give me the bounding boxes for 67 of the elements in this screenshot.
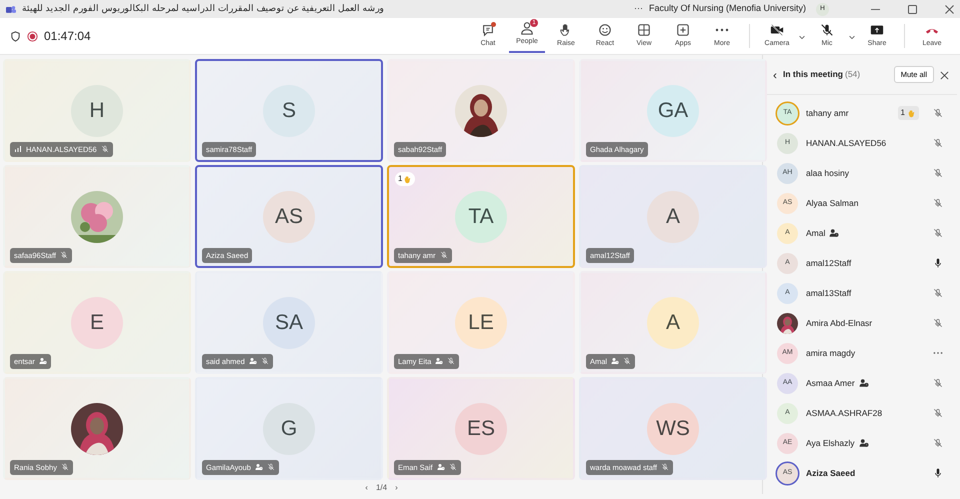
camera-off-icon xyxy=(770,23,784,38)
avatar: SA xyxy=(263,296,315,348)
previous-page-button[interactable]: ‹ xyxy=(365,482,368,494)
participant-name: ASMAA.ASHRAF28 xyxy=(806,406,882,420)
participant-name: amira magdy xyxy=(806,346,856,360)
avatar: WS xyxy=(647,402,699,454)
avatar: H xyxy=(71,84,123,136)
avatar: G xyxy=(263,402,315,454)
avatar: S xyxy=(263,84,315,136)
participant-name: tahany amr xyxy=(806,106,849,120)
avatar: GA xyxy=(647,84,699,136)
hand-count: 1 xyxy=(900,107,905,119)
mic-icon xyxy=(933,468,943,478)
more-icon xyxy=(933,351,943,355)
mic-off-icon xyxy=(933,168,943,178)
participant-name: HANAN.ALSAYED56 xyxy=(806,136,886,150)
mic-off-icon xyxy=(933,108,943,118)
smiley-icon xyxy=(598,23,612,38)
mic-off-icon xyxy=(820,23,834,38)
avatar: E xyxy=(71,296,123,348)
participant-name: Aya Elshazly xyxy=(806,436,855,450)
close-button[interactable] xyxy=(945,4,954,14)
participant-name: Alyaa Salman xyxy=(806,196,858,210)
participant-name: Amal xyxy=(806,226,826,240)
participant-name: Amira Abd-Elnasr xyxy=(806,316,872,330)
mic-icon xyxy=(933,258,943,268)
hand-count: 1 xyxy=(398,173,402,185)
participant-name: amal13Staff xyxy=(806,286,852,300)
avatar: TA xyxy=(455,190,507,242)
hand-icon xyxy=(907,108,916,118)
mic-off-icon xyxy=(933,318,943,328)
participant-row[interactable]: Amira Abd-Elnasr xyxy=(763,308,957,338)
mic-off-icon xyxy=(933,378,943,388)
organization-name: Faculty Of Nursing (Menofia University) xyxy=(648,2,806,16)
avatar: A xyxy=(647,296,699,348)
mic-off-icon xyxy=(933,408,943,418)
participant-count: (54) xyxy=(844,68,860,81)
avatar: ES xyxy=(455,402,507,454)
share-icon xyxy=(870,23,884,38)
page-indicator: 1/4 xyxy=(376,482,388,494)
back-button[interactable]: ‹ xyxy=(773,66,777,84)
participant-name: Aziza Saeed xyxy=(806,466,856,480)
app-logo-icon xyxy=(6,4,16,14)
avatar: AS xyxy=(263,190,315,242)
maximize-button[interactable] xyxy=(908,4,917,14)
avatar: LE xyxy=(455,296,507,348)
avatar: A xyxy=(647,190,699,242)
more-icon xyxy=(715,28,729,32)
meeting-timer: 01:47:04 xyxy=(44,28,91,45)
mic-off-icon xyxy=(933,438,943,448)
mic-off-icon xyxy=(933,138,943,148)
more-button[interactable]: ··· xyxy=(634,2,643,16)
plus-icon xyxy=(676,23,690,38)
next-page-button[interactable]: › xyxy=(395,482,398,494)
mic-off-icon xyxy=(933,198,943,208)
chat-icon xyxy=(481,23,495,38)
mic-off-icon xyxy=(933,288,943,298)
participant-name: alaa hosiny xyxy=(806,166,850,180)
hand-icon xyxy=(403,174,412,184)
mic-off-icon xyxy=(933,228,943,238)
people-icon xyxy=(520,21,534,36)
participant-name: Asmaa Amer xyxy=(806,376,855,390)
participant-name: amal12Staff xyxy=(806,256,852,270)
meeting-title: ورشه العمل التعريفية عن توصيف المقررات الدراسيه لمرحله البكالوريوس الفورم الجديد للهيئة xyxy=(22,2,384,16)
minimize-button[interactable] xyxy=(871,8,880,10)
panel-title: In this meeting xyxy=(783,68,843,81)
grid-icon xyxy=(637,23,651,38)
